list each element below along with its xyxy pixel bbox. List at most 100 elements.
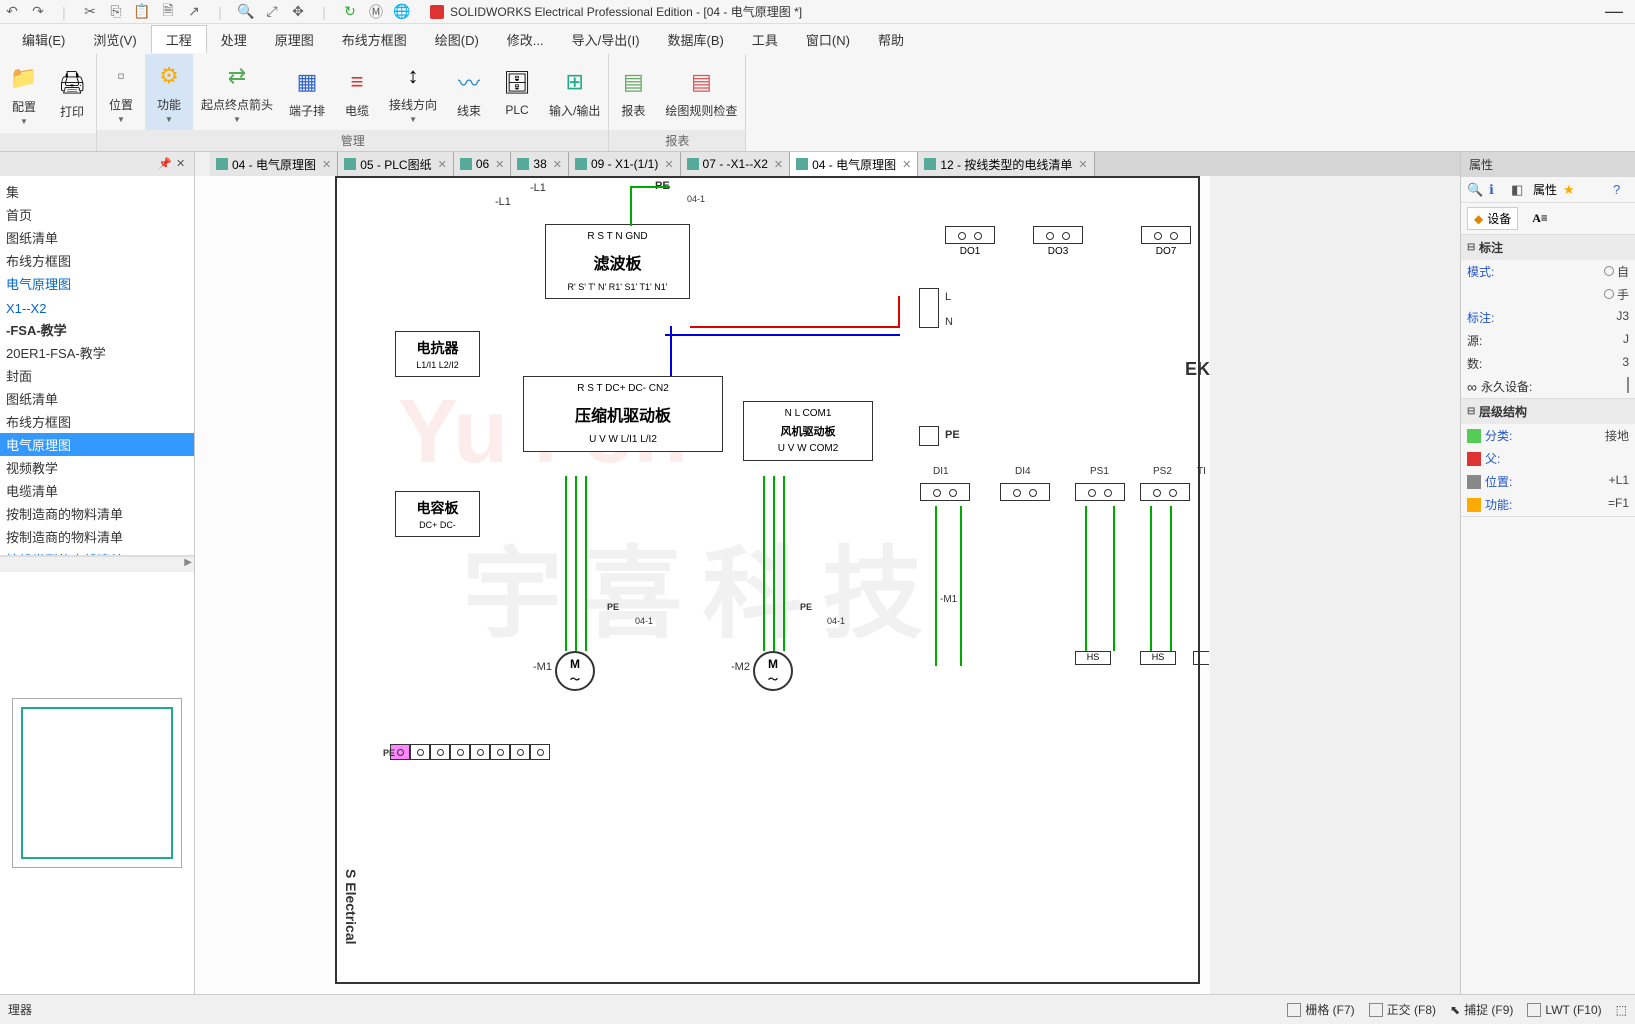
ribbon-wiring-dir-button[interactable]: ↕接线方向▼ (381, 54, 445, 130)
motor-icon[interactable]: Ⓜ (368, 4, 384, 20)
tree-item[interactable]: 首页 (0, 203, 194, 226)
permanent-row[interactable]: ∞ 永久设备: (1461, 375, 1635, 398)
close-icon[interactable]: ✕ (774, 158, 783, 171)
ribbon-plc-button[interactable]: 🗄PLC (493, 54, 541, 130)
tree-item[interactable]: 按制造商的物料清单 (0, 525, 194, 548)
motor-symbol[interactable]: M〜 (555, 651, 595, 691)
ribbon-print-button[interactable]: 🖨 打印 (48, 54, 96, 133)
ribbon-report-button[interactable]: ▤报表 (609, 54, 657, 130)
document-tab[interactable]: 04 - 电气原理图✕ (790, 152, 918, 176)
menu-help[interactable]: 帮助 (864, 26, 918, 53)
ribbon-cable-button[interactable]: ≡电缆 (333, 54, 381, 130)
ribbon-harness-button[interactable]: 〰线束 (445, 54, 493, 130)
preview-thumbnail[interactable] (12, 698, 182, 868)
ln-block[interactable] (919, 288, 939, 328)
globe-icon[interactable]: 🌐 (394, 4, 410, 20)
tree-item[interactable]: 20ER1-FSA-教学 (0, 341, 194, 364)
hs-block[interactable]: HS (1075, 651, 1111, 665)
select-icon[interactable]: ⬚ (1616, 1003, 1627, 1017)
radio-auto[interactable] (1604, 266, 1614, 276)
tree-item[interactable]: 布线方框图 (0, 249, 194, 272)
document-tab[interactable]: 07 - -X1--X2✕ (681, 152, 791, 176)
close-icon[interactable]: ✕ (1078, 158, 1087, 171)
paste-icon[interactable]: 📋 (134, 4, 150, 20)
new-doc-icon[interactable]: 🗎 (160, 4, 176, 20)
ribbon-function-button[interactable]: ⚙功能▼ (145, 54, 193, 130)
pan-icon[interactable]: ✥ (290, 4, 306, 20)
di-block[interactable] (1000, 483, 1050, 501)
menu-database[interactable]: 数据库(B) (654, 26, 738, 53)
tree-item[interactable]: 布线方框图 (0, 410, 194, 433)
snap-toggle[interactable]: ⬉捕捉 (F9) (1450, 1001, 1513, 1018)
close-icon[interactable]: ✕ (322, 158, 331, 171)
do-block[interactable]: DO3 (1033, 226, 1083, 244)
copy-icon[interactable]: ⎘ (108, 4, 124, 20)
motor-symbol[interactable]: M〜 (753, 651, 793, 691)
menu-view[interactable]: 浏览(V) (79, 26, 150, 53)
document-tab[interactable]: 06✕ (454, 152, 512, 176)
tree-item[interactable]: 按制造商的物料清单 (0, 502, 194, 525)
menu-draw[interactable]: 绘图(D) (421, 26, 493, 53)
menu-tools[interactable]: 工具 (738, 26, 792, 53)
nav-icon[interactable]: ◧ (1511, 182, 1527, 198)
document-tab[interactable]: 38✕ (511, 152, 569, 176)
ribbon-location-button[interactable]: ▫位置▼ (97, 54, 145, 130)
cut-icon[interactable]: ✂ (82, 4, 98, 20)
help-icon[interactable]: ? (1613, 182, 1629, 198)
lwt-toggle[interactable]: LWT (F10) (1527, 1003, 1601, 1017)
fan-drive-block[interactable]: N L COM1 风机驱动板 U V W COM2 (743, 401, 873, 461)
section-header[interactable]: ⊟标注 (1461, 235, 1635, 260)
tree-item[interactable]: 视频教学 (0, 456, 194, 479)
tree-item[interactable]: 电缆清单 (0, 479, 194, 502)
grid-toggle[interactable]: 栅格 (F7) (1287, 1001, 1354, 1018)
format-tab[interactable]: A≡ (1526, 207, 1554, 230)
zoom-icon[interactable]: 🔍 (238, 4, 254, 20)
menu-import-export[interactable]: 导入/导出(I) (558, 26, 654, 53)
ortho-toggle[interactable]: 正交 (F8) (1369, 1001, 1436, 1018)
filter-board-block[interactable]: R S T N GND 滤波板 R' S' T' N' R1' S1' T1' … (545, 224, 690, 299)
di-block[interactable] (920, 483, 970, 501)
capacitor-block[interactable]: 电容板 DC+ DC- (395, 491, 480, 537)
menu-edit[interactable]: 编辑(E) (8, 26, 79, 53)
export-icon[interactable]: ↗ (186, 4, 202, 20)
document-tab[interactable]: 09 - X1-(1/1)✕ (569, 152, 681, 176)
hs-block[interactable]: HS (1140, 651, 1176, 665)
document-tab[interactable]: 04 - 电气原理图✕ (210, 152, 338, 176)
do-block[interactable]: DO1 (945, 226, 995, 244)
tree-item[interactable]: -FSA-教学 (0, 318, 194, 341)
document-tab[interactable]: 12 - 按线类型的电线清单✕ (918, 152, 1094, 176)
refresh-icon[interactable]: ↻ (342, 4, 358, 20)
tree-item[interactable]: 电气原理图 (0, 272, 194, 295)
tree-item[interactable]: 集 (0, 180, 194, 203)
redo-icon[interactable]: ↷ (30, 4, 46, 20)
tree-item[interactable]: 图纸清单 (0, 387, 194, 410)
class-row[interactable]: 分类: 接地 (1461, 424, 1635, 447)
close-icon[interactable]: ✕ (495, 158, 504, 171)
menu-schematic[interactable]: 原理图 (261, 26, 328, 53)
close-icon[interactable]: ✕ (438, 158, 447, 171)
horizontal-scrollbar[interactable] (0, 556, 194, 572)
close-icon[interactable]: ✕ (176, 157, 190, 171)
ribbon-drc-button[interactable]: ▤绘图规则检查 (657, 54, 745, 130)
do-block[interactable]: DO7 (1141, 226, 1191, 244)
document-tree[interactable]: 集首页图纸清单布线方框图电气原理图X1--X2-FSA-教学20ER1-FSA-… (0, 176, 194, 556)
tree-item[interactable]: 图纸清单 (0, 226, 194, 249)
document-tab[interactable]: 05 - PLC图纸✕ (338, 152, 454, 176)
terminal-strip[interactable] (390, 744, 550, 763)
hs-block[interactable] (1193, 651, 1209, 665)
section-header[interactable]: ⊟层级结构 (1461, 399, 1635, 424)
menu-project[interactable]: 工程 (151, 25, 207, 53)
tree-item[interactable]: 电气原理图 (0, 433, 194, 456)
tree-item[interactable]: 封面 (0, 364, 194, 387)
ps-block[interactable] (1075, 483, 1125, 501)
parent-row[interactable]: 父: (1461, 447, 1635, 470)
minimize-button[interactable]: — (1597, 1, 1631, 22)
ribbon-config-button[interactable]: 📁 配置 ▼ (0, 54, 48, 133)
close-icon[interactable]: ✕ (664, 158, 673, 171)
search-icon[interactable]: 🔍 (1467, 182, 1483, 198)
zoom-fit-icon[interactable]: ⤢ (264, 4, 280, 20)
pe-block[interactable] (919, 426, 939, 446)
compressor-drive-block[interactable]: R S T DC+ DC- CN2 压缩机驱动板 U V W L/I1 L/I2 (523, 376, 723, 452)
reactor-block[interactable]: 电抗器 L1/I1 L2/I2 (395, 331, 480, 377)
pin-icon[interactable]: 📌 (158, 157, 172, 171)
